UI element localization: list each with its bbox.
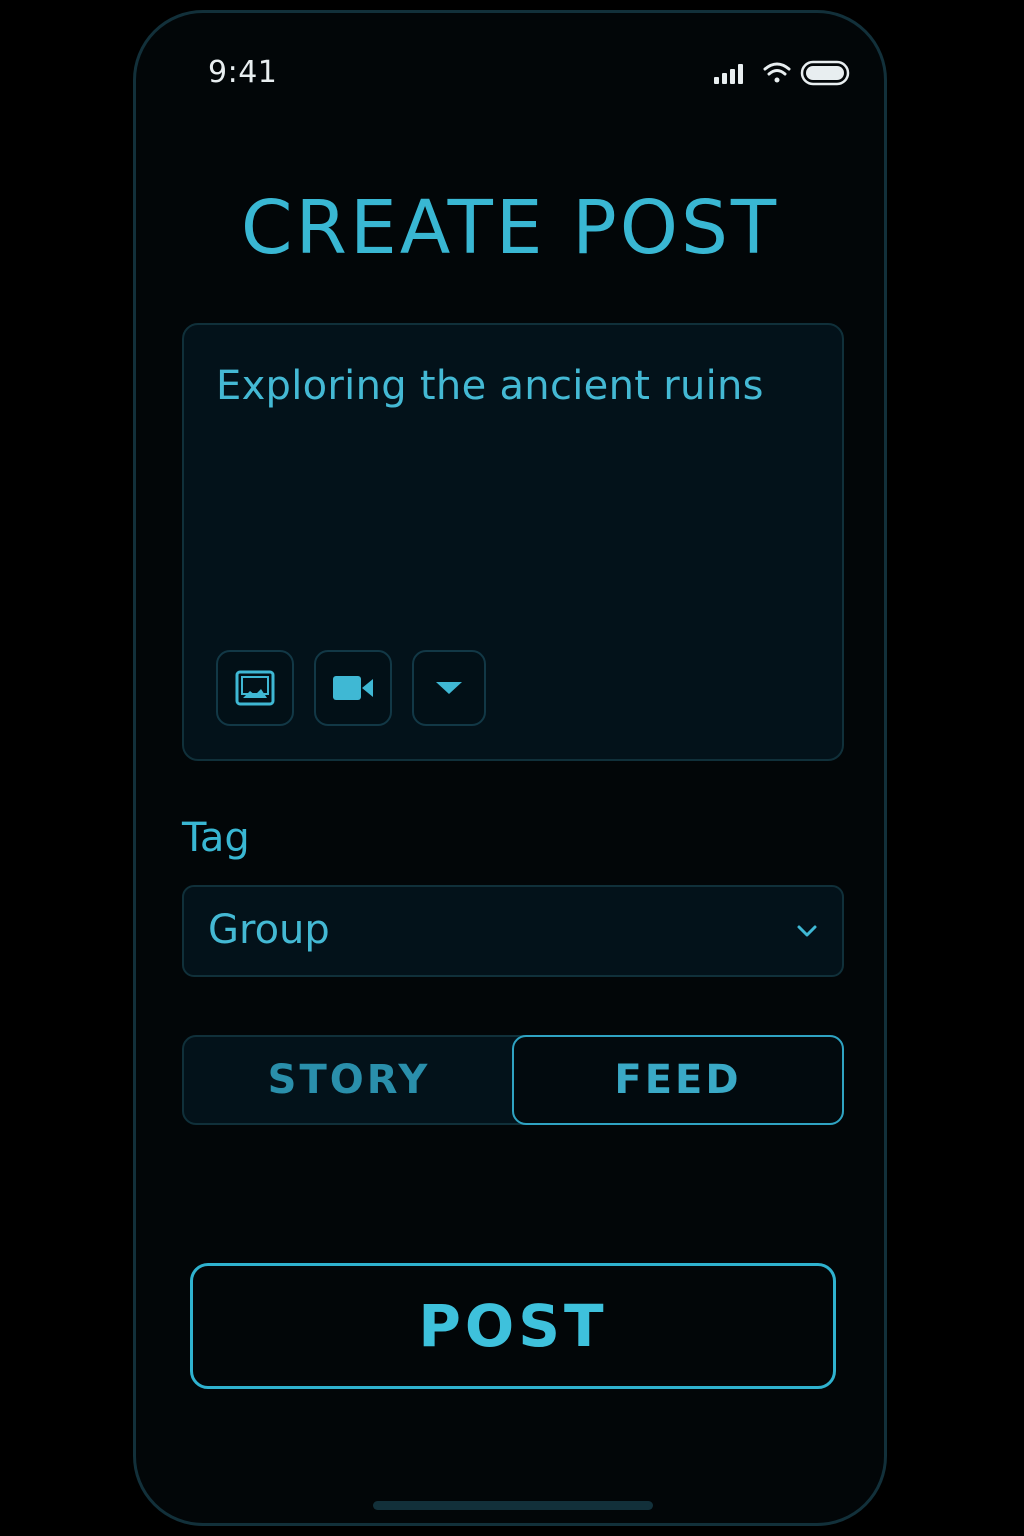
post-composer[interactable]: Exploring the ancient ruins	[182, 323, 844, 761]
wifi-icon	[763, 62, 791, 83]
dropdown-icon	[436, 682, 462, 694]
image-icon	[235, 670, 275, 706]
signal-icon	[714, 64, 743, 84]
post-type-toggle: STORY FEED	[182, 1035, 844, 1125]
page-title: CREATE POST	[240, 185, 780, 271]
tag-label: Tag	[182, 815, 250, 861]
tag-select[interactable]: Group	[182, 885, 844, 977]
phone-frame: 9:41 CREATE POST Exploring the ancient r…	[133, 10, 887, 1526]
feed-option[interactable]: FEED	[512, 1035, 844, 1125]
post-button[interactable]: POST	[190, 1263, 836, 1389]
story-option[interactable]: STORY	[184, 1037, 514, 1123]
video-icon	[333, 676, 373, 700]
status-time: 9:41	[208, 55, 278, 90]
chevron-down-icon	[797, 925, 817, 937]
tag-select-value: Group	[208, 907, 330, 953]
status-icons	[714, 59, 854, 89]
battery-icon	[800, 60, 850, 86]
add-image-button[interactable]	[216, 650, 294, 726]
add-video-button[interactable]	[314, 650, 392, 726]
home-indicator	[373, 1501, 653, 1510]
post-text-input[interactable]: Exploring the ancient ruins	[216, 363, 764, 409]
more-options-button[interactable]	[412, 650, 486, 726]
